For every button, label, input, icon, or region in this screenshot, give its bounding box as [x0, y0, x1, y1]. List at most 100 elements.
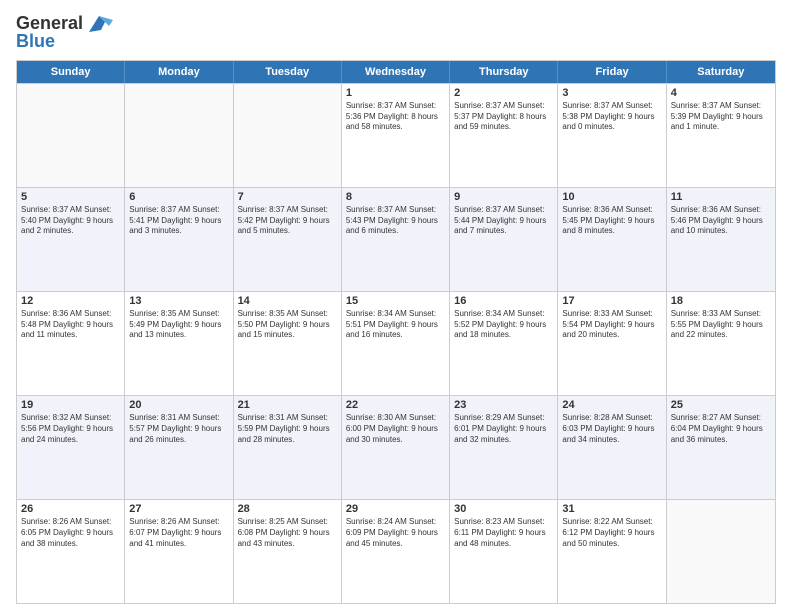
cal-cell-day-6: 6 Sunrise: 8:37 AM Sunset: 5:41 PM Daylig… [125, 188, 233, 291]
cell-info: Sunrise: 8:22 AM Sunset: 6:12 PM Dayligh… [562, 517, 661, 549]
day-number: 27 [129, 503, 228, 515]
cell-info: Sunrise: 8:37 AM Sunset: 5:40 PM Dayligh… [21, 205, 120, 237]
cell-info: Sunrise: 8:31 AM Sunset: 5:57 PM Dayligh… [129, 413, 228, 445]
cal-cell-day-27: 27Sunrise: 8:26 AM Sunset: 6:07 PM Dayli… [125, 500, 233, 603]
cal-cell-empty [125, 84, 233, 187]
day-number: 6 [129, 191, 228, 203]
cell-info: Sunrise: 8:25 AM Sunset: 6:08 PM Dayligh… [238, 517, 337, 549]
cell-info: Sunrise: 8:24 AM Sunset: 6:09 PM Dayligh… [346, 517, 445, 549]
cell-info: Sunrise: 8:33 AM Sunset: 5:55 PM Dayligh… [671, 309, 771, 341]
header-day-saturday: Saturday [667, 61, 775, 83]
header: General Blue [16, 12, 776, 52]
cell-info: Sunrise: 8:29 AM Sunset: 6:01 PM Dayligh… [454, 413, 553, 445]
day-number: 20 [129, 399, 228, 411]
cal-cell-day-2: 2 Sunrise: 8:37 AM Sunset: 5:37 PM Daylig… [450, 84, 558, 187]
cal-cell-day-15: 15 Sunrise: 8:34 AM Sunset: 5:51 PM Dayli… [342, 292, 450, 395]
cal-cell-day-24: 24 Sunrise: 8:28 AM Sunset: 6:03 PM Dayli… [558, 396, 666, 499]
cell-info: Sunrise: 8:37 AM Sunset: 5:39 PM Dayligh… [671, 101, 771, 133]
cal-cell-day-4: 4 Sunrise: 8:37 AM Sunset: 5:39 PM Daylig… [667, 84, 775, 187]
cell-info: Sunrise: 8:26 AM Sunset: 6:05 PM Dayligh… [21, 517, 120, 549]
cal-cell-day-12: 12Sunrise: 8:36 AM Sunset: 5:48 PM Dayli… [17, 292, 125, 395]
cal-cell-day-14: 14 Sunrise: 8:35 AM Sunset: 5:50 PM Dayli… [234, 292, 342, 395]
logo-icon [85, 12, 113, 36]
cal-cell-day-26: 26 Sunrise: 8:26 AM Sunset: 6:05 PM Dayli… [17, 500, 125, 603]
cal-cell-day-30: 30 Sunrise: 8:23 AM Sunset: 6:11 PM Dayli… [450, 500, 558, 603]
cal-cell-day-19: 19Sunrise: 8:32 AM Sunset: 5:56 PM Dayli… [17, 396, 125, 499]
calendar: SundayMondayTuesdayWednesdayThursdayFrid… [16, 60, 776, 604]
cell-info: Sunrise: 8:36 AM Sunset: 5:46 PM Dayligh… [671, 205, 771, 237]
day-number: 16 [454, 295, 553, 307]
cell-info: Sunrise: 8:28 AM Sunset: 6:03 PM Dayligh… [562, 413, 661, 445]
day-number: 1 [346, 87, 445, 99]
calendar-body: 1Sunrise: 8:37 AM Sunset: 5:36 PM Daylig… [17, 83, 775, 603]
cal-cell-day-5: 5 Sunrise: 8:37 AM Sunset: 5:40 PM Daylig… [17, 188, 125, 291]
cal-cell-day-7: 7 Sunrise: 8:37 AM Sunset: 5:42 PM Daylig… [234, 188, 342, 291]
cell-info: Sunrise: 8:33 AM Sunset: 5:54 PM Dayligh… [562, 309, 661, 341]
day-number: 11 [671, 191, 771, 203]
calendar-week-2: 5 Sunrise: 8:37 AM Sunset: 5:40 PM Daylig… [17, 187, 775, 291]
cell-info: Sunrise: 8:30 AM Sunset: 6:00 PM Dayligh… [346, 413, 445, 445]
cal-cell-day-20: 20 Sunrise: 8:31 AM Sunset: 5:57 PM Dayli… [125, 396, 233, 499]
header-day-sunday: Sunday [17, 61, 125, 83]
cell-info: Sunrise: 8:35 AM Sunset: 5:50 PM Dayligh… [238, 309, 337, 341]
cell-info: Sunrise: 8:37 AM Sunset: 5:41 PM Dayligh… [129, 205, 228, 237]
cal-cell-day-9: 9 Sunrise: 8:37 AM Sunset: 5:44 PM Daylig… [450, 188, 558, 291]
cal-cell-empty [667, 500, 775, 603]
day-number: 8 [346, 191, 445, 203]
day-number: 29 [346, 503, 445, 515]
cal-cell-day-22: 22Sunrise: 8:30 AM Sunset: 6:00 PM Dayli… [342, 396, 450, 499]
day-number: 18 [671, 295, 771, 307]
day-number: 4 [671, 87, 771, 99]
day-number: 26 [21, 503, 120, 515]
cal-cell-day-29: 29 Sunrise: 8:24 AM Sunset: 6:09 PM Dayli… [342, 500, 450, 603]
day-number: 17 [562, 295, 661, 307]
cell-info: Sunrise: 8:27 AM Sunset: 6:04 PM Dayligh… [671, 413, 771, 445]
cal-cell-day-10: 10Sunrise: 8:36 AM Sunset: 5:45 PM Dayli… [558, 188, 666, 291]
cal-cell-day-18: 18 Sunrise: 8:33 AM Sunset: 5:55 PM Dayli… [667, 292, 775, 395]
day-number: 24 [562, 399, 661, 411]
cal-cell-day-31: 31 Sunrise: 8:22 AM Sunset: 6:12 PM Dayli… [558, 500, 666, 603]
cell-info: Sunrise: 8:34 AM Sunset: 5:51 PM Dayligh… [346, 309, 445, 341]
cell-info: Sunrise: 8:37 AM Sunset: 5:42 PM Dayligh… [238, 205, 337, 237]
day-number: 30 [454, 503, 553, 515]
day-number: 9 [454, 191, 553, 203]
calendar-week-1: 1Sunrise: 8:37 AM Sunset: 5:36 PM Daylig… [17, 83, 775, 187]
day-number: 14 [238, 295, 337, 307]
day-number: 2 [454, 87, 553, 99]
header-day-monday: Monday [125, 61, 233, 83]
page: General Blue SundayMondayTuesdayWednesda… [0, 0, 792, 612]
calendar-header-row: SundayMondayTuesdayWednesdayThursdayFrid… [17, 61, 775, 83]
cell-info: Sunrise: 8:35 AM Sunset: 5:49 PM Dayligh… [129, 309, 228, 341]
logo-text-blue: Blue [16, 32, 55, 52]
day-number: 28 [238, 503, 337, 515]
day-number: 7 [238, 191, 337, 203]
cal-cell-day-28: 28 Sunrise: 8:25 AM Sunset: 6:08 PM Dayli… [234, 500, 342, 603]
day-number: 15 [346, 295, 445, 307]
cal-cell-day-25: 25 Sunrise: 8:27 AM Sunset: 6:04 PM Dayli… [667, 396, 775, 499]
logo: General Blue [16, 12, 113, 52]
cal-cell-day-16: 16 Sunrise: 8:34 AM Sunset: 5:52 PM Dayli… [450, 292, 558, 395]
cell-info: Sunrise: 8:37 AM Sunset: 5:44 PM Dayligh… [454, 205, 553, 237]
cal-cell-day-17: 17 Sunrise: 8:33 AM Sunset: 5:54 PM Dayli… [558, 292, 666, 395]
cell-info: Sunrise: 8:34 AM Sunset: 5:52 PM Dayligh… [454, 309, 553, 341]
cal-cell-day-1: 1Sunrise: 8:37 AM Sunset: 5:36 PM Daylig… [342, 84, 450, 187]
day-number: 25 [671, 399, 771, 411]
cal-cell-day-23: 23 Sunrise: 8:29 AM Sunset: 6:01 PM Dayli… [450, 396, 558, 499]
cell-info: Sunrise: 8:23 AM Sunset: 6:11 PM Dayligh… [454, 517, 553, 549]
header-day-friday: Friday [558, 61, 666, 83]
cell-info: Sunrise: 8:36 AM Sunset: 5:45 PM Dayligh… [562, 205, 661, 237]
cell-info: Sunrise: 8:37 AM Sunset: 5:38 PM Dayligh… [562, 101, 661, 133]
day-number: 19 [21, 399, 120, 411]
day-number: 5 [21, 191, 120, 203]
calendar-week-3: 12Sunrise: 8:36 AM Sunset: 5:48 PM Dayli… [17, 291, 775, 395]
cell-info: Sunrise: 8:31 AM Sunset: 5:59 PM Dayligh… [238, 413, 337, 445]
cal-cell-day-13: 13Sunrise: 8:35 AM Sunset: 5:49 PM Dayli… [125, 292, 233, 395]
calendar-week-4: 19Sunrise: 8:32 AM Sunset: 5:56 PM Dayli… [17, 395, 775, 499]
header-day-thursday: Thursday [450, 61, 558, 83]
day-number: 23 [454, 399, 553, 411]
day-number: 31 [562, 503, 661, 515]
day-number: 21 [238, 399, 337, 411]
cell-info: Sunrise: 8:37 AM Sunset: 5:37 PM Dayligh… [454, 101, 553, 133]
cal-cell-day-11: 11 Sunrise: 8:36 AM Sunset: 5:46 PM Dayli… [667, 188, 775, 291]
header-day-tuesday: Tuesday [234, 61, 342, 83]
